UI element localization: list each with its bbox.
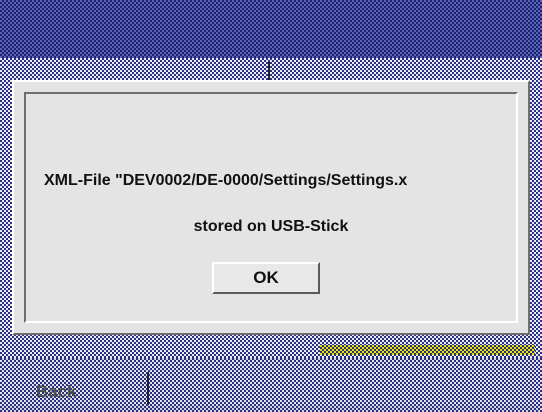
back-button-label: Back bbox=[36, 382, 77, 401]
bottom-bar-separator bbox=[147, 372, 149, 405]
message-dialog-body: XML-File "DEV0002/DE-0000/Settings/Setti… bbox=[24, 92, 518, 323]
dialog-message-path: XML-File "DEV0002/DE-0000/Settings/Setti… bbox=[44, 172, 408, 189]
device-screen: Back XML-File "DEV0002/DE-0000/Settings/… bbox=[0, 0, 542, 405]
highlight-strip bbox=[320, 345, 535, 355]
title-bar bbox=[0, 0, 542, 58]
back-button[interactable]: Back bbox=[18, 372, 136, 405]
message-dialog: XML-File "DEV0002/DE-0000/Settings/Setti… bbox=[12, 80, 530, 335]
dialog-message-status: stored on USB-Stick bbox=[193, 218, 349, 235]
ok-button[interactable]: OK bbox=[212, 262, 320, 294]
background-column-separator bbox=[268, 62, 270, 80]
